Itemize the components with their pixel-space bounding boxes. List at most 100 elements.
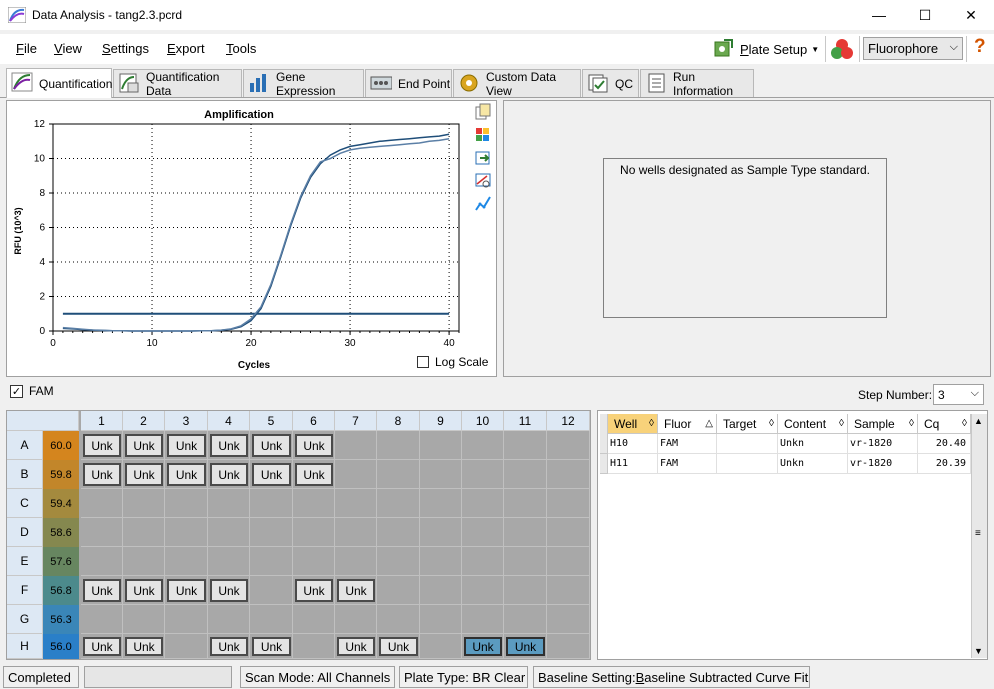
column-header[interactable]: 3 [165, 411, 208, 431]
plate-cell[interactable] [377, 518, 420, 547]
traffic-light-icon[interactable] [829, 38, 855, 60]
sort-icon[interactable]: △ [705, 418, 713, 429]
plate-cell[interactable] [335, 547, 377, 576]
curve-style-icon[interactable] [474, 195, 492, 213]
table-cell-cq[interactable]: 20.39 [918, 454, 971, 474]
column-header-well[interactable]: Well ◊ [608, 414, 658, 434]
table-cell-sample[interactable]: vr-1820 [848, 434, 918, 454]
plate-cell[interactable] [462, 605, 504, 634]
export-chart-icon[interactable] [474, 149, 492, 167]
well[interactable]: Unk [167, 434, 206, 457]
well[interactable]: Unk [83, 434, 121, 457]
column-header[interactable]: 5 [250, 411, 293, 431]
scroll-grip-icon[interactable]: ≡ [975, 528, 981, 539]
plate-corner[interactable] [7, 411, 79, 431]
row-header[interactable]: A [7, 431, 43, 460]
table-cell-sample[interactable]: vr-1820 [848, 454, 918, 474]
column-header[interactable]: 7 [335, 411, 377, 431]
well[interactable]: Unk [252, 637, 291, 656]
plate-cell[interactable] [420, 634, 462, 659]
column-header-content[interactable]: Content ◊ [778, 414, 848, 434]
plate-cell[interactable] [293, 489, 335, 518]
table-cell-content[interactable]: Unkn [778, 434, 848, 454]
plate-cell[interactable] [293, 634, 335, 659]
column-header[interactable]: 4 [208, 411, 250, 431]
minimize-button[interactable]: — [856, 0, 902, 30]
plate-setup-button[interactable]: Plate Setup ▼ [712, 37, 820, 61]
table-cell-content[interactable]: Unkn [778, 454, 848, 474]
plate-cell[interactable] [504, 518, 547, 547]
close-button[interactable]: ✕ [948, 0, 994, 30]
plate-cell[interactable] [208, 547, 250, 576]
plate-cell[interactable] [377, 489, 420, 518]
row-header[interactable]: B [7, 460, 43, 489]
copy-icon[interactable] [474, 103, 492, 121]
table-cell-target[interactable] [717, 454, 778, 474]
well[interactable]: Unk [167, 579, 206, 602]
plate-cell[interactable] [504, 460, 547, 489]
plate-cell[interactable] [250, 489, 293, 518]
plate-cell[interactable] [250, 605, 293, 634]
plate-cell[interactable] [420, 547, 462, 576]
table-cell-fluor[interactable]: FAM [658, 434, 717, 454]
plate-cell[interactable] [377, 431, 420, 460]
table-cell-fluor[interactable]: FAM [658, 454, 717, 474]
sort-icon[interactable]: ◊ [649, 418, 654, 429]
plate-cell[interactable] [547, 576, 590, 605]
tab-custom-data-view[interactable]: Custom Data View [453, 69, 581, 98]
plate-cell[interactable] [123, 489, 165, 518]
plate-cell[interactable] [81, 489, 123, 518]
plate-cell[interactable] [547, 518, 590, 547]
tab-quantification[interactable]: Quantification [6, 68, 112, 98]
well-selected[interactable]: Unk [506, 637, 545, 656]
help-icon[interactable]: ? [974, 36, 986, 58]
well[interactable]: Unk [295, 579, 333, 602]
plate-cell[interactable] [462, 489, 504, 518]
table-cell-cq[interactable]: 20.40 [918, 434, 971, 454]
plate-cell[interactable] [504, 605, 547, 634]
row-header[interactable]: G [7, 605, 43, 634]
plate-cell[interactable] [420, 489, 462, 518]
tab-end-point[interactable]: End Point [365, 69, 452, 97]
plate-cell[interactable] [123, 518, 165, 547]
tab-quantification-data[interactable]: Quantification Data [113, 69, 242, 98]
plate-cell[interactable] [420, 576, 462, 605]
column-header[interactable]: 11 [504, 411, 547, 431]
plate-cell[interactable] [547, 634, 590, 659]
menu-settings[interactable]: Settings [102, 41, 149, 56]
zoom-chart-icon[interactable] [474, 172, 492, 190]
plate-cell[interactable] [462, 576, 504, 605]
well[interactable]: Unk [337, 637, 375, 656]
plate-cell[interactable] [462, 431, 504, 460]
step-number-select[interactable]: 3 ⌵ [933, 384, 984, 405]
plate-cell[interactable] [250, 576, 293, 605]
column-header-cq[interactable]: Cq ◊ [918, 414, 971, 434]
row-header[interactable]: C [7, 489, 43, 518]
plate-cell[interactable] [335, 431, 377, 460]
well[interactable]: Unk [210, 637, 248, 656]
plate-cell[interactable] [547, 489, 590, 518]
plate-cell[interactable] [504, 576, 547, 605]
column-header[interactable]: 9 [420, 411, 462, 431]
plate-cell[interactable] [377, 460, 420, 489]
row-selector[interactable] [600, 454, 608, 474]
tab-gene-expression[interactable]: Gene Expression [243, 69, 364, 98]
column-header-target[interactable]: Target ◊ [717, 414, 778, 434]
plate-cell[interactable] [81, 547, 123, 576]
column-header[interactable]: 1 [81, 411, 123, 431]
well[interactable]: Unk [379, 637, 418, 656]
plate-cell[interactable] [420, 431, 462, 460]
well-selected[interactable]: Unk [464, 637, 502, 656]
row-header[interactable]: D [7, 518, 43, 547]
plate-cell[interactable] [462, 460, 504, 489]
plate-cell[interactable] [462, 547, 504, 576]
column-header[interactable]: 8 [377, 411, 420, 431]
well[interactable]: Unk [167, 463, 206, 486]
column-header-fluor[interactable]: Fluor △ [658, 414, 717, 434]
amplification-chart[interactable]: Amplification Cycles RFU (10^3) 0 10 20 30 4… [7, 101, 496, 376]
plate-cell[interactable] [335, 518, 377, 547]
well[interactable]: Unk [295, 434, 333, 457]
row-header[interactable]: E [7, 547, 43, 576]
column-header[interactable]: 10 [462, 411, 504, 431]
plate-cell[interactable] [547, 460, 590, 489]
